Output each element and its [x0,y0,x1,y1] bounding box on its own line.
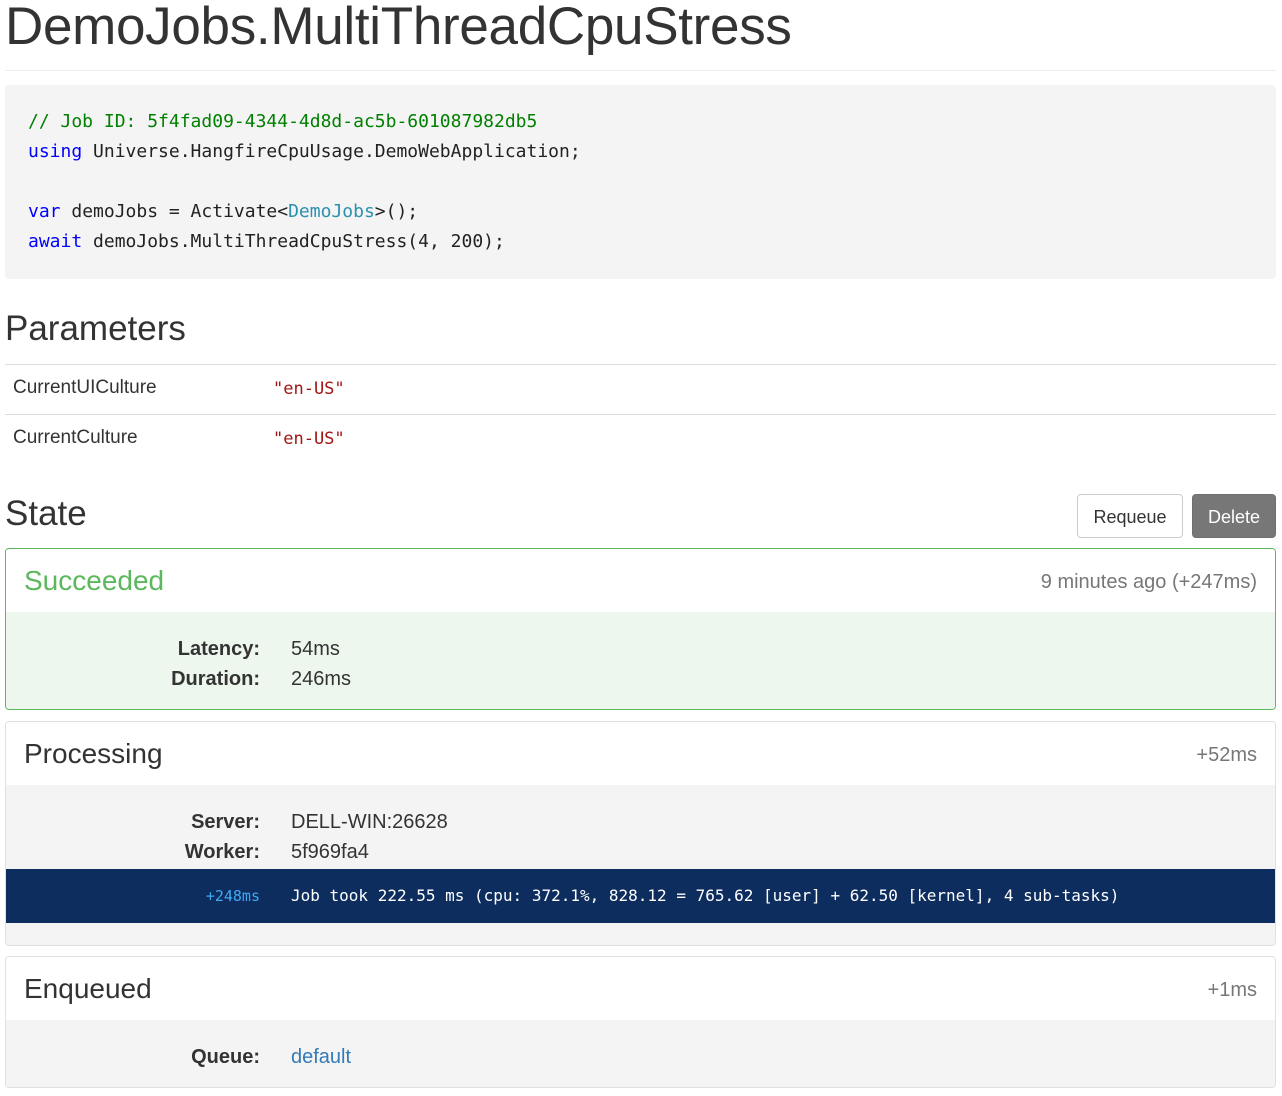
state-field-latency: Latency: 54ms [6,634,1275,664]
code-line-await: await demoJobs.MultiThreadCpuStress(4, 2… [28,227,1276,257]
state-title: Succeeded [24,565,165,596]
parameter-row: CurrentCulture "en-US" [5,414,1276,464]
parameter-value: "en-US" [273,429,345,449]
state-card-body: Server: DELL-WIN:26628 Worker: 5f969fa4 … [6,785,1275,945]
state-field-duration: Duration: 246ms [6,664,1275,694]
state-timestamp: +52ms [1196,744,1257,766]
state-card-succeeded: Succeeded 9 minutes ago (+247ms) Latency… [5,548,1276,710]
parameters-heading: Parameters [5,309,186,348]
field-label: Worker: [184,841,260,863]
code-type-name: DemoJobs [288,201,375,222]
state-field-worker: Worker: 5f969fa4 [6,837,1275,867]
parameters-table: CurrentUICulture "en-US" CurrentCulture … [5,364,1276,464]
delete-button[interactable]: Delete [1192,494,1276,538]
state-timestamp: +1ms [1207,979,1257,1001]
field-label: Duration: [171,668,260,690]
code-keyword-using: using [28,141,83,162]
state-card-header: Processing +52ms [6,722,1275,785]
parameter-name: CurrentUICulture [13,377,157,398]
field-label: Server: [191,811,260,833]
field-value: DELL-WIN:26628 [291,811,448,833]
state-card-processing: Processing +52ms Server: DELL-WIN:26628 … [5,721,1276,946]
code-line-comment: // Job ID: 5f4fad09-4344-4d8d-ac5b-60108… [28,107,1276,137]
code-var-assign: demoJobs = Activate< [60,201,289,222]
state-card-enqueued: Enqueued +1ms Queue: default [5,956,1276,1088]
console-timestamp: +248ms [205,887,260,905]
code-line-var: var demoJobs = Activate<DemoJobs>(); [28,197,1276,227]
state-field-queue: Queue: default [6,1042,1275,1072]
console-output: +248ms Job took 222.55 ms (cpu: 372.1%, … [6,869,1275,923]
title-divider [5,70,1276,71]
parameter-name: CurrentCulture [13,427,138,448]
code-keyword-await: await [28,231,83,252]
console-message: Job took 222.55 ms (cpu: 372.1%, 828.12 … [291,886,1120,905]
code-line-using: using Universe.HangfireCpuUsage.DemoWebA… [28,137,1276,167]
field-label: Queue: [191,1046,260,1068]
code-await-call: demoJobs.MultiThreadCpuStress(4, 200); [82,231,505,252]
job-details-page: DemoJobs.MultiThreadCpuStress // Job ID:… [0,0,1282,1096]
state-card-body: Latency: 54ms Duration: 246ms [6,612,1275,709]
parameter-value: "en-US" [273,379,345,399]
code-keyword-var: var [28,201,61,222]
state-title: Processing [24,738,163,769]
requeue-button[interactable]: Requeue [1077,494,1183,538]
field-value: 5f969fa4 [291,841,369,863]
code-var-end: >(); [374,201,419,222]
field-value: 246ms [291,668,352,690]
state-timestamp: 9 minutes ago (+247ms) [1040,571,1257,593]
parameter-row: CurrentUICulture "en-US" [5,364,1276,414]
code-namespace: Universe.HangfireCpuUsage.DemoWebApplica… [82,141,581,162]
page-title: DemoJobs.MultiThreadCpuStress [5,0,792,56]
state-card-body: Queue: default [6,1020,1275,1087]
state-title: Enqueued [24,973,152,1004]
queue-link[interactable]: default [291,1042,351,1072]
code-comment: // Job ID: 5f4fad09-4344-4d8d-ac5b-60108… [28,111,538,132]
field-label: Latency: [177,638,260,660]
state-field-server: Server: DELL-WIN:26628 [6,807,1275,837]
state-heading: State [5,494,87,533]
state-card-header: Enqueued +1ms [6,957,1275,1020]
field-value: 54ms [291,638,340,660]
job-code-block: // Job ID: 5f4fad09-4344-4d8d-ac5b-60108… [5,85,1276,279]
state-card-header: Succeeded 9 minutes ago (+247ms) [6,549,1275,612]
